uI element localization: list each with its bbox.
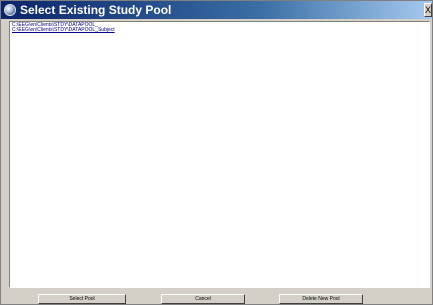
cancel-button[interactable]: Cancel — [161, 294, 245, 304]
button-bar: Select Pool Cancel Delete New Pool — [1, 294, 432, 304]
window-title: Select Existing Study Pool — [20, 3, 172, 17]
app-icon — [4, 4, 16, 16]
title-bar: Select Existing Study Pool X — [1, 1, 432, 19]
select-pool-button[interactable]: Select Pool — [38, 294, 126, 304]
study-pool-list[interactable]: C:\EEG\en\Clients\STDY\DATAPOOL_ C:\EEG\… — [9, 21, 430, 288]
select-study-pool-window: Select Existing Study Pool X C:\EEG\en\C… — [0, 0, 433, 305]
delete-new-pool-button[interactable]: Delete New Pool — [279, 294, 363, 304]
list-item[interactable]: C:\EEG\en\Clients\STDY\DATAPOOL_Subject — [12, 28, 427, 33]
close-button[interactable]: X — [424, 3, 432, 17]
